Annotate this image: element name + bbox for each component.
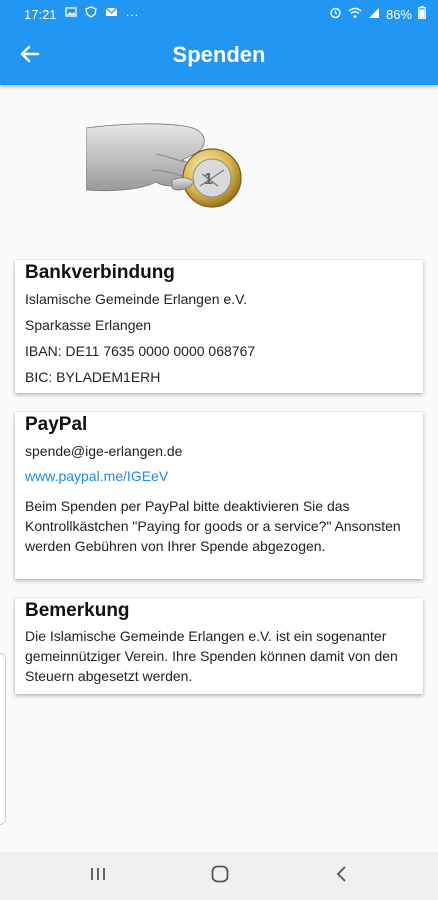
home-button[interactable]	[208, 864, 232, 888]
image-icon	[64, 6, 77, 22]
remark-card: Bemerkung Die Islamische Gemeinde Erlang…	[15, 598, 423, 694]
bank-bic: BIC: BYLADEM1ERH	[25, 369, 161, 385]
paypal-email: spende@ige-erlangen.de	[25, 443, 183, 459]
paypal-card-title: PayPal	[25, 414, 88, 435]
page-title: Spenden	[172, 42, 266, 67]
wifi-icon	[348, 7, 362, 23]
paypal-card: PayPal spende@ige-erlangen.de www.paypal…	[15, 412, 423, 579]
remark-text: Die Islamische Gemeinde Erlangen e.V. is…	[25, 628, 398, 684]
back-icon	[333, 865, 351, 888]
alarm-icon	[329, 6, 342, 23]
paypal-note: Beim Spenden per PayPal bitte deaktivier…	[25, 498, 401, 554]
home-icon	[210, 864, 230, 889]
battery-percent: 86%	[385, 7, 412, 22]
svg-text:1: 1	[204, 171, 213, 188]
remark-card-title: Bemerkung	[25, 600, 130, 621]
bank-account-holder: Islamische Gemeinde Erlangen e.V.	[25, 291, 248, 307]
app-bar: Spenden	[0, 28, 438, 85]
system-navigation-bar	[0, 852, 438, 900]
bank-iban: IBAN: DE11 7635 0000 0000 068767	[25, 343, 256, 359]
bank-details-card: Bankverbindung Islamische Gemeinde Erlan…	[15, 260, 423, 393]
signal-icon	[368, 7, 380, 23]
status-right: 86%	[329, 6, 426, 23]
status-bar: 17:21 ··· 86%	[0, 0, 438, 28]
shield-icon	[84, 6, 97, 22]
recent-apps-icon	[89, 865, 107, 888]
paypal-link[interactable]: www.paypal.me/IGEeV	[25, 464, 168, 490]
status-left: 17:21 ···	[24, 6, 139, 22]
system-back-button[interactable]	[330, 864, 354, 888]
more-indicator: ···	[125, 6, 139, 22]
donation-hand-coin-image: 1	[85, 120, 246, 220]
mail-icon	[105, 6, 118, 22]
edge-panel-handle[interactable]	[0, 653, 6, 825]
battery-icon	[418, 6, 426, 23]
status-time: 17:21	[24, 6, 57, 22]
bank-card-title: Bankverbindung	[25, 262, 175, 283]
recent-apps-button[interactable]	[86, 864, 110, 888]
bank-name: Sparkasse Erlangen	[25, 317, 152, 333]
